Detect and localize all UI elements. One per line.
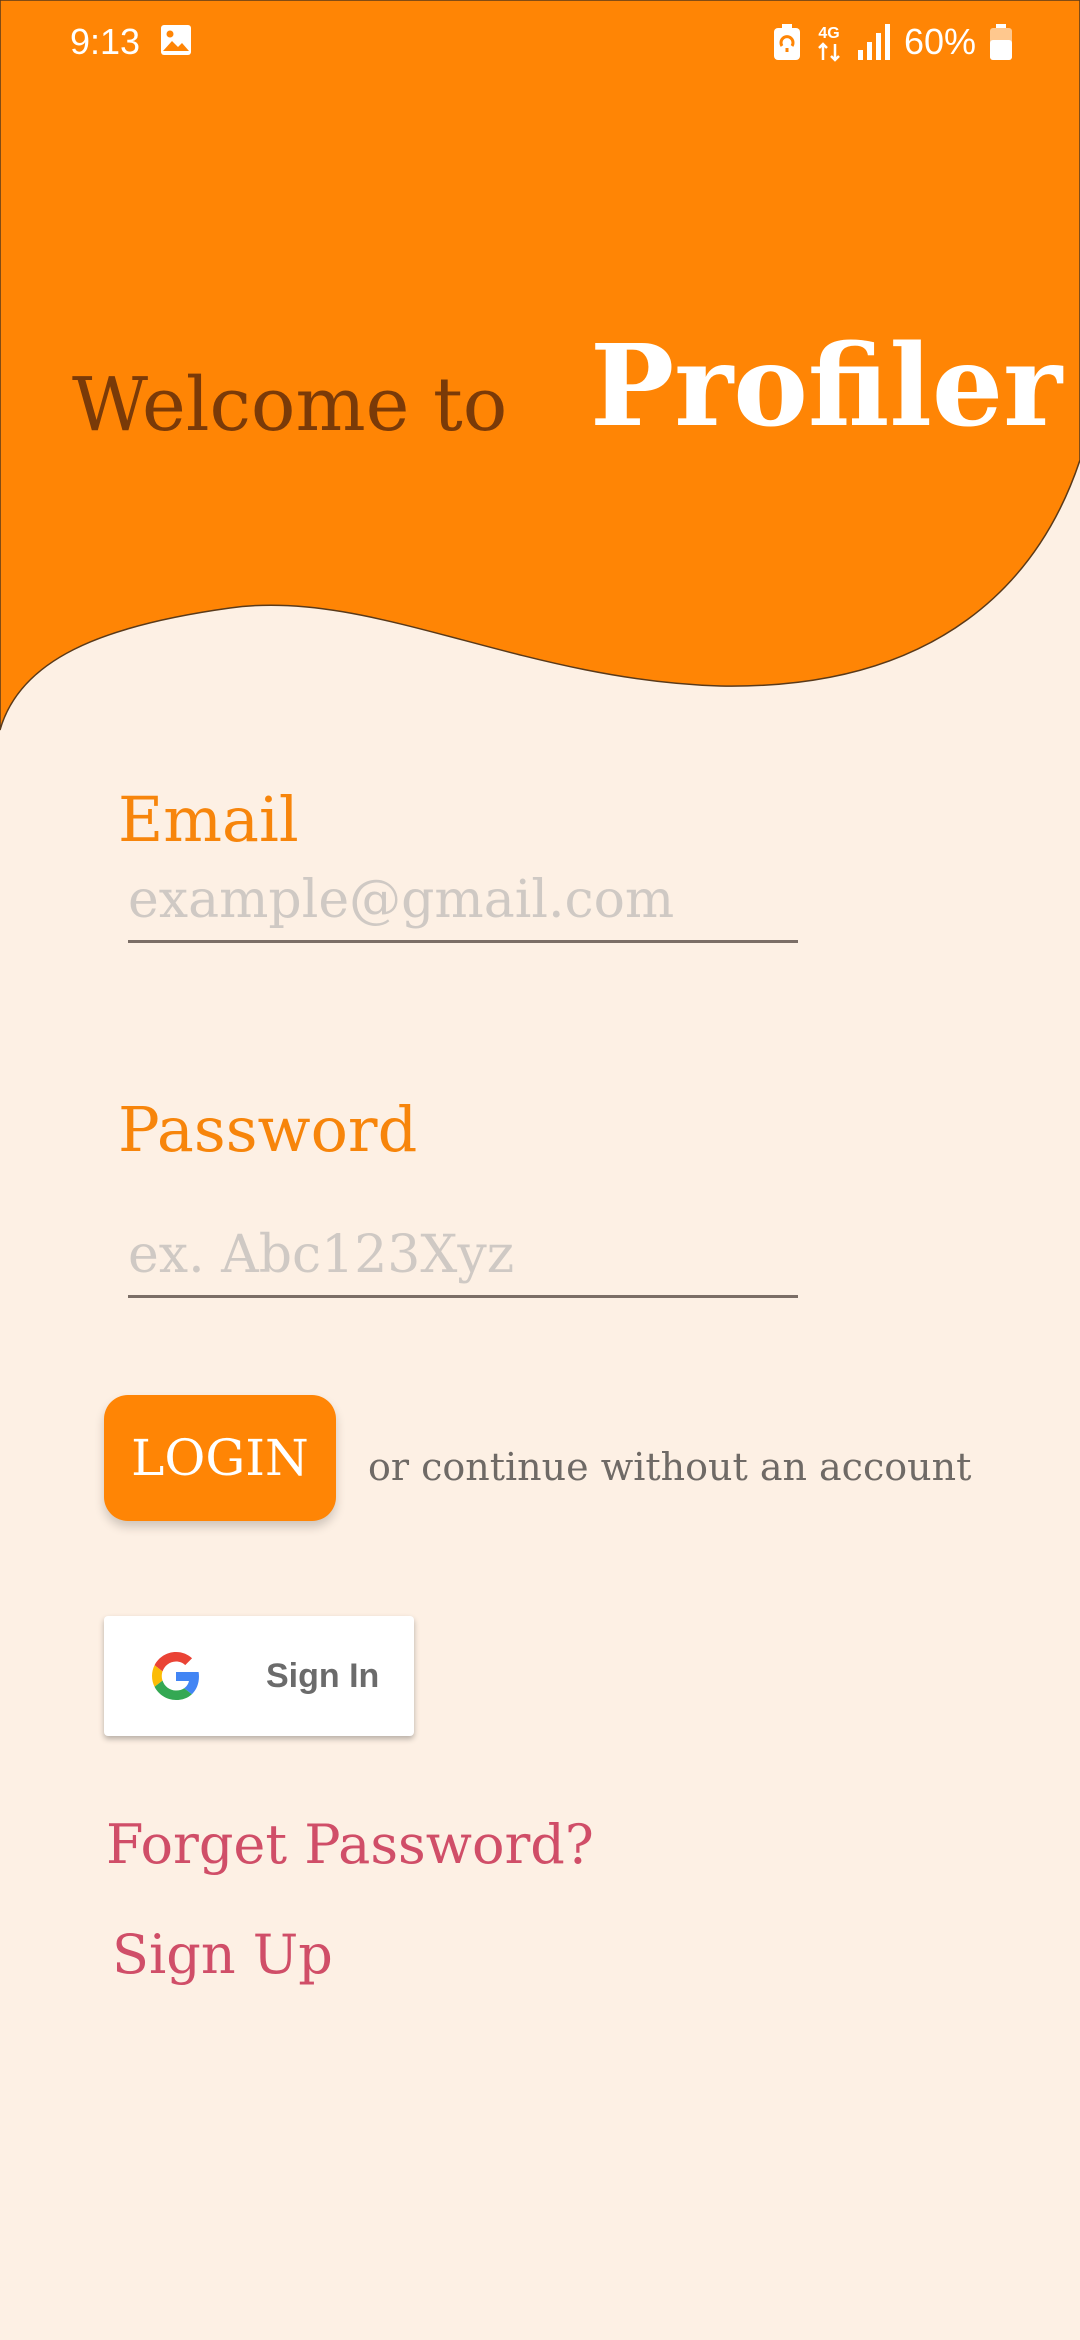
battery-saver-icon [773,24,800,60]
email-field[interactable] [128,860,798,943]
gallery-icon [161,25,191,55]
password-label: Password [118,1093,418,1166]
google-sign-in-button[interactable]: Sign In [104,1616,414,1736]
status-bar: 9:13 4G 60% [0,0,1080,84]
signal-icon [857,24,890,60]
battery-icon [990,24,1012,60]
status-time: 9:13 [70,21,141,62]
email-label: Email [118,783,299,856]
password-field[interactable] [128,1215,798,1298]
google-icon [152,1652,199,1700]
svg-text:4G: 4G [818,25,839,42]
sign-up-link[interactable]: Sign Up [112,1920,333,1990]
continue-without-account-link[interactable]: or continue without an account [368,1442,971,1492]
forget-password-link[interactable]: Forget Password? [106,1810,594,1880]
battery-percent: 60% [903,21,976,62]
google-sign-in-label: Sign In [266,1657,380,1695]
network-4g-icon: 4G [818,25,840,62]
welcome-text: Welcome to [72,362,508,448]
app-name-title: Profiler [590,321,1063,452]
login-button[interactable]: LOGIN [104,1395,336,1521]
